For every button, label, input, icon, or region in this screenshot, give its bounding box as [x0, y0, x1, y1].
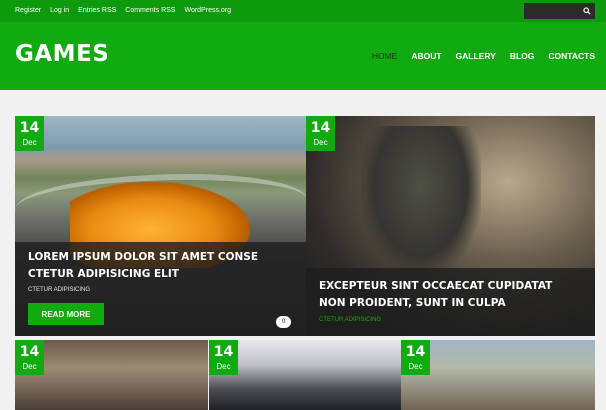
- post-date-month: Dec: [22, 138, 37, 147]
- post-date-badge: 14 Dec: [15, 116, 44, 151]
- register-link[interactable]: Register: [15, 0, 41, 22]
- post-date-badge: 14 Dec: [306, 116, 335, 151]
- post-date-badge: 14 Dec: [401, 340, 430, 375]
- post-category[interactable]: CTETUR ADIPISICING: [319, 315, 381, 325]
- nav-gallery[interactable]: GALLERY: [456, 51, 496, 61]
- login-link[interactable]: Log in: [50, 0, 69, 22]
- post-tile-5[interactable]: 14 Dec: [401, 340, 595, 410]
- post-tile-1[interactable]: 14 Dec LOREM IPSUM DOLOR SIT AMET CONSE …: [15, 116, 306, 336]
- post-date-month: Dec: [313, 138, 328, 147]
- top-links: Register Log in Entries RSS Comments RSS…: [15, 0, 240, 22]
- post-date-month: Dec: [22, 362, 37, 371]
- post-title[interactable]: LOREM IPSUM DOLOR SIT AMET CONSE CTETUR …: [28, 249, 293, 283]
- comment-count-badge[interactable]: 0: [276, 316, 291, 328]
- post-tile-2[interactable]: 14 Dec EXCEPTEUR SINT OCCAECAT CUPIDATAT…: [306, 116, 595, 336]
- comment-count: 0: [281, 319, 286, 325]
- search-icon: [583, 7, 591, 15]
- post-date-month: Dec: [408, 362, 423, 371]
- wordpress-link[interactable]: WordPress.org: [184, 0, 231, 22]
- post-date-day: 14: [213, 344, 234, 360]
- nav-about[interactable]: ABOUT: [411, 51, 441, 61]
- site-header: GAMES HOME ABOUT GALLERY BLOG CONTACTS: [0, 22, 606, 90]
- post-date-badge: 14 Dec: [209, 340, 238, 375]
- post-title[interactable]: EXCEPTEUR SINT OCCAECAT CUPIDATAT NON PR…: [319, 278, 581, 312]
- site-logo[interactable]: GAMES: [15, 41, 109, 67]
- search-button[interactable]: [579, 3, 595, 19]
- read-more-button[interactable]: READ MORE: [28, 303, 104, 325]
- post-date-month: Dec: [216, 362, 231, 371]
- nav-contacts[interactable]: CONTACTS: [548, 51, 595, 61]
- post-tile-4[interactable]: 14 Dec: [209, 340, 401, 410]
- post-image-soldier: [361, 126, 481, 276]
- top-bar: Register Log in Entries RSS Comments RSS…: [0, 0, 606, 22]
- post-date-badge: 14 Dec: [15, 340, 44, 375]
- search-input[interactable]: [524, 3, 595, 19]
- post-date-day: 14: [19, 120, 40, 136]
- post-date-day: 14: [19, 344, 40, 360]
- post-date-day: 14: [405, 344, 426, 360]
- post-category[interactable]: CTETUR ADIPISICING: [28, 285, 90, 295]
- entries-rss-link[interactable]: Entries RSS: [78, 0, 116, 22]
- main-nav: HOME ABOUT GALLERY BLOG CONTACTS: [358, 22, 595, 90]
- nav-blog[interactable]: BLOG: [510, 51, 535, 61]
- post-date-day: 14: [310, 120, 331, 136]
- post-overlay: EXCEPTEUR SINT OCCAECAT CUPIDATAT NON PR…: [306, 268, 595, 336]
- comments-rss-link[interactable]: Comments RSS: [125, 0, 175, 22]
- post-tile-3[interactable]: 14 Dec: [15, 340, 208, 410]
- nav-home[interactable]: HOME: [372, 51, 398, 61]
